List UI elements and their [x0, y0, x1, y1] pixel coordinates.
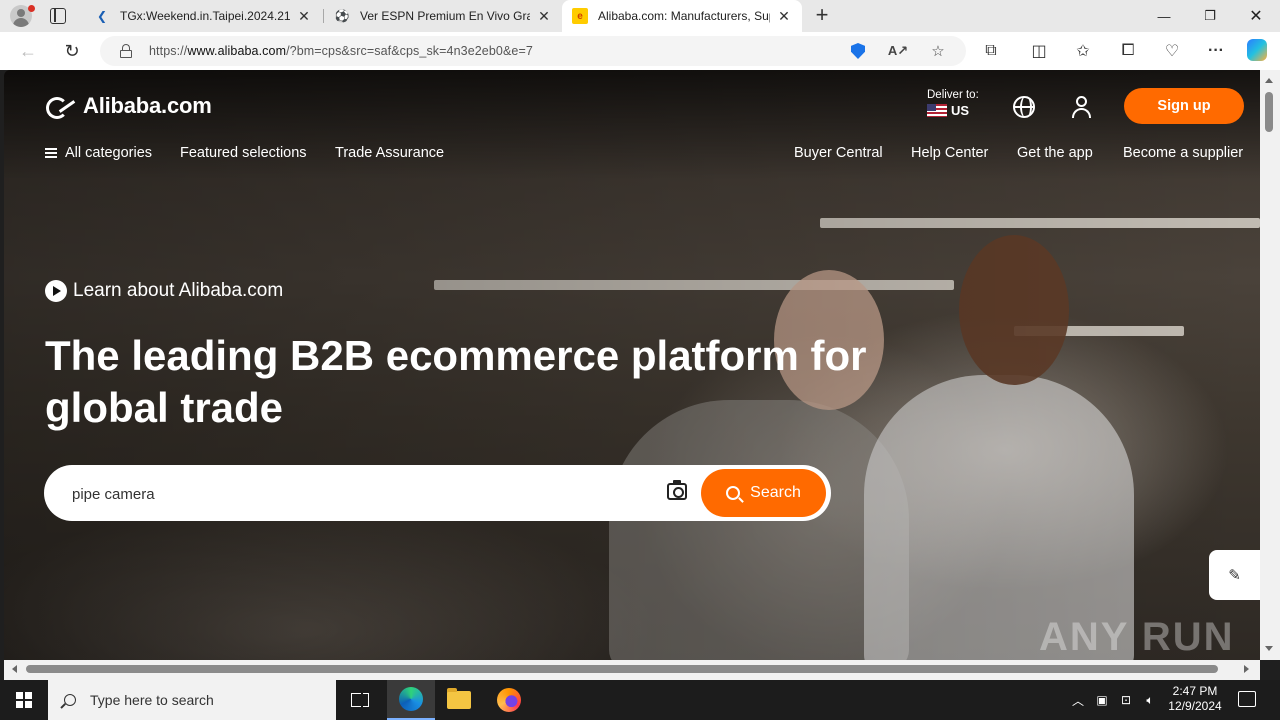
nav-item-label: All categories	[65, 145, 153, 161]
page-viewport: Alibaba.com Deliver to: US Sign up All c…	[4, 70, 1260, 660]
hero-headline: The leading B2B ecommerce platform for g…	[45, 332, 867, 431]
vertical-scroll-thumb[interactable]	[1265, 92, 1273, 132]
alibaba-logo[interactable]: Alibaba.com	[44, 93, 212, 119]
profile-alert-badge	[28, 5, 35, 12]
soccer-ball-icon: ⚽	[334, 9, 350, 23]
search-bar: Search	[44, 465, 831, 521]
close-tab-icon[interactable]: ✕	[536, 8, 552, 25]
us-flag-icon	[927, 104, 947, 117]
taskbar-search-placeholder: Type here to search	[90, 692, 214, 708]
address-bar[interactable]: https://www.alibaba.com/?bm=cps&src=saf&…	[100, 36, 966, 66]
browser-toolbar: ← ↻ https://www.alibaba.com/?bm=cps&src=…	[0, 32, 1280, 70]
clock-date: 12/9/2024	[1168, 699, 1222, 713]
lock-icon[interactable]	[120, 44, 132, 58]
horizontal-scrollbar[interactable]	[4, 660, 1260, 680]
horizontal-scroll-thumb[interactable]	[26, 665, 1218, 673]
learn-about-link[interactable]: Learn about Alibaba.com	[45, 280, 283, 302]
scroll-right-arrow-icon[interactable]	[1244, 665, 1249, 673]
collections-icon[interactable]: ⧠	[1118, 41, 1138, 61]
feather-icon: ❮	[96, 9, 108, 23]
taskbar-edge[interactable]	[387, 680, 435, 720]
hamburger-menu-icon	[45, 148, 57, 158]
vertical-scrollbar[interactable]	[1260, 70, 1280, 660]
image-search-camera-icon[interactable]	[667, 480, 687, 500]
more-menu-icon[interactable]: ···	[1206, 41, 1226, 61]
nav-featured-selections[interactable]: Featured selections	[180, 144, 307, 162]
scroll-left-arrow-icon[interactable]	[12, 665, 17, 673]
volume-icon[interactable]: 🔈︎	[1140, 680, 1160, 720]
globe-icon[interactable]	[1013, 96, 1035, 118]
scroll-up-arrow-icon[interactable]	[1265, 78, 1273, 83]
sign-up-button[interactable]: Sign up	[1124, 88, 1244, 124]
favorites-icon[interactable]: ✩	[1073, 41, 1093, 61]
browser-essentials-icon[interactable]: ♡	[1162, 41, 1182, 61]
nav-all-categories[interactable]: All categories	[45, 144, 152, 162]
deliver-label: Deliver to:	[927, 89, 979, 101]
clock-time: 2:47 PM	[1172, 684, 1218, 698]
logo-text: Alibaba.com	[83, 93, 212, 118]
browser-tab-3-active[interactable]: e Alibaba.com: Manufacturers, Suppliers …	[562, 0, 802, 32]
user-account-icon[interactable]	[1071, 96, 1093, 118]
nav-become-a-supplier[interactable]: Become a supplier	[1123, 144, 1243, 162]
task-view-icon	[351, 690, 369, 710]
refresh-icon[interactable]: ↻	[62, 41, 82, 61]
back-arrow-icon[interactable]: ←	[18, 41, 38, 61]
tab-title: Ver ESPN Premium En Vivo Gratis	[360, 9, 530, 23]
taskbar-search-box[interactable]: Type here to search	[48, 680, 336, 720]
browser-tab-strip: ❮ TGx:Weekend.in.Taipei.2024.2160 ✕ ⚽ Ve…	[0, 0, 1280, 32]
search-button-label: Search	[750, 484, 801, 501]
alibaba-logo-icon	[44, 95, 80, 119]
extensions-puzzle-icon[interactable]: ⧉	[981, 41, 1001, 61]
address-url[interactable]: https://www.alibaba.com/?bm=cps&src=saf&…	[149, 44, 533, 58]
learn-label: Learn about Alibaba.com	[73, 280, 284, 301]
search-icon	[726, 486, 741, 500]
new-tab-icon[interactable]: +	[810, 4, 834, 28]
watermark: ANY RUN	[1039, 615, 1235, 659]
file-explorer-icon	[447, 688, 471, 709]
nav-trade-assurance[interactable]: Trade Assurance	[335, 144, 444, 162]
search-button[interactable]: Search	[701, 469, 826, 517]
read-aloud-icon[interactable]: A↗	[888, 42, 908, 60]
search-icon	[64, 694, 76, 706]
nav-buyer-central[interactable]: Buyer Central	[794, 144, 883, 162]
close-tab-icon[interactable]: ✕	[296, 8, 312, 25]
browser-tab-1[interactable]: ❮ TGx:Weekend.in.Taipei.2024.2160 ✕	[84, 0, 322, 32]
minimize-icon[interactable]: —	[1141, 0, 1187, 32]
task-view-button[interactable]	[336, 680, 384, 720]
network-icon[interactable]: ⊡	[1116, 680, 1136, 720]
windows-logo-icon	[16, 692, 32, 708]
search-input[interactable]	[72, 483, 652, 505]
taskbar-clock[interactable]: 2:47 PM 12/9/2024	[1160, 684, 1230, 714]
taskbar-file-explorer[interactable]	[435, 680, 483, 720]
firefox-icon	[497, 688, 521, 712]
play-icon	[45, 280, 67, 302]
start-button[interactable]	[0, 680, 48, 720]
tray-chevron-up-icon[interactable]: ︿	[1068, 680, 1088, 720]
header-overlay	[4, 70, 1260, 180]
deliver-to-selector[interactable]: Deliver to: US	[927, 89, 979, 118]
deliver-country: US	[951, 103, 970, 118]
browser-tab-2[interactable]: ⚽ Ver ESPN Premium En Vivo Gratis ✕	[324, 0, 562, 32]
tab-actions-icon[interactable]	[50, 8, 66, 24]
tray-device-icon[interactable]: ▣	[1092, 680, 1112, 720]
close-tab-icon[interactable]: ✕	[776, 8, 792, 25]
tab-title: Alibaba.com: Manufacturers, Suppliers	[598, 9, 770, 23]
close-window-icon[interactable]: ✕	[1233, 0, 1279, 32]
alibaba-icon: e	[572, 8, 588, 24]
tab-title: TGx:Weekend.in.Taipei.2024.2160	[120, 9, 290, 23]
favorite-star-icon[interactable]: ☆	[929, 42, 947, 60]
copilot-icon[interactable]	[1247, 39, 1267, 61]
shopping-tag-icon[interactable]	[849, 42, 867, 60]
feedback-icon[interactable]: ✎	[1209, 550, 1260, 600]
edge-browser-icon	[399, 687, 423, 711]
nav-help-center[interactable]: Help Center	[911, 144, 988, 162]
notification-center-icon[interactable]	[1238, 691, 1256, 707]
restore-icon[interactable]: ❐	[1187, 0, 1233, 32]
windows-taskbar: Type here to search ︿ ▣ ⊡ 🔈︎ 2:47 PM 12/…	[0, 680, 1280, 720]
scroll-down-arrow-icon[interactable]	[1265, 646, 1273, 651]
taskbar-firefox[interactable]	[485, 680, 533, 720]
nav-get-the-app[interactable]: Get the app	[1017, 144, 1093, 162]
split-screen-icon[interactable]: ◫	[1029, 41, 1049, 61]
